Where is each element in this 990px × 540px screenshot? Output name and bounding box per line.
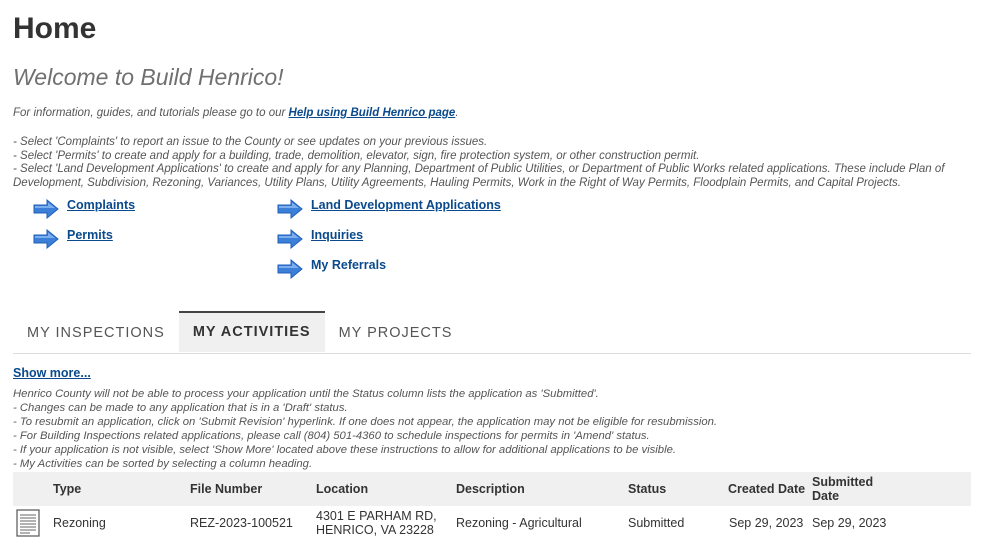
arrow-right-icon	[277, 229, 303, 249]
column-header-created-date[interactable]: Created Date	[728, 472, 805, 506]
cell-status: Submitted	[628, 516, 685, 530]
help-info-suffix: .	[455, 107, 459, 119]
welcome-heading: Welcome to Build Henrico!	[13, 64, 284, 90]
column-header-file-number[interactable]: File Number	[190, 472, 262, 506]
help-page-link[interactable]: Help using Build Henrico page	[289, 107, 456, 119]
help-info-prefix: For information, guides, and tutorials p…	[13, 107, 289, 119]
arrow-right-icon	[33, 199, 59, 219]
activities-note: Henrico County will not be able to proce…	[13, 388, 599, 400]
column-header-type[interactable]: Type	[53, 472, 81, 506]
land-development-link-label: Land Development Applications	[311, 198, 501, 212]
activities-note: - Changes can be made to any application…	[13, 402, 348, 414]
cell-location: 4301 E PARHAM RD, HENRICO, VA 23228	[316, 509, 437, 537]
permits-link-label: Permits	[67, 228, 113, 242]
my-referrals-link-label: My Referrals	[311, 258, 387, 272]
instruction-complaints: - Select 'Complaints' to report an issue…	[13, 136, 488, 148]
show-more-link[interactable]: Show more...	[13, 366, 91, 380]
instruction-land-development: - Select 'Land Development Applications'…	[13, 163, 945, 189]
column-header-description[interactable]: Description	[456, 472, 525, 506]
complaints-link[interactable]: Complaints	[33, 197, 135, 219]
land-development-link[interactable]: Land Development Applications	[277, 197, 501, 219]
cell-submitted-date: Sep 29, 2023	[812, 516, 887, 530]
tab-my-projects[interactable]: MY PROJECTS	[325, 312, 467, 352]
activities-notes: Henrico County will not be able to proce…	[13, 387, 973, 471]
inquiries-link[interactable]: Inquiries	[277, 227, 363, 249]
activities-note: - If your application is not visible, se…	[13, 444, 677, 456]
cell-type: Rezoning	[53, 516, 106, 530]
permits-link[interactable]: Permits	[33, 227, 113, 249]
activities-note: - My Activities can be sorted by selecti…	[13, 458, 313, 470]
my-referrals-link[interactable]: My Referrals	[277, 257, 386, 279]
inquiries-link-label: Inquiries	[311, 228, 364, 242]
column-header-location[interactable]: Location	[316, 472, 368, 506]
tab-my-activities[interactable]: MY ACTIVITIES	[178, 311, 325, 352]
complaints-link-label: Complaints	[67, 198, 136, 212]
activities-note: - To resubmit an application, click on '…	[13, 416, 718, 428]
home-instructions: - Select 'Complaints' to report an issue…	[13, 136, 973, 190]
page-title: Home	[13, 12, 97, 45]
table-row[interactable]: Rezoning REZ-2023-100521 4301 E PARHAM R…	[13, 506, 971, 540]
arrow-right-icon	[277, 259, 303, 279]
dashboard-tabs: MY INSPECTIONS MY ACTIVITIES MY PROJECTS	[13, 311, 971, 354]
table-header-row: Type File Number Location Description St…	[13, 472, 971, 506]
cell-description: Rezoning - Agricultural	[456, 516, 582, 530]
column-header-submitted-date[interactable]: Submitted Date	[812, 472, 882, 506]
activities-note: - For Building Inspections related appli…	[13, 430, 650, 442]
arrow-right-icon	[277, 199, 303, 219]
document-icon[interactable]	[16, 509, 40, 537]
cell-created-date: Sep 29, 2023	[729, 516, 804, 530]
instruction-permits: - Select 'Permits' to create and apply f…	[13, 149, 700, 162]
column-header-status[interactable]: Status	[628, 472, 666, 506]
help-info-line: For information, guides, and tutorials p…	[13, 107, 459, 119]
arrow-right-icon	[33, 229, 59, 249]
cell-file-number[interactable]: REZ-2023-100521	[190, 506, 293, 540]
tab-my-inspections[interactable]: MY INSPECTIONS	[13, 312, 179, 352]
activities-table: Type File Number Location Description St…	[13, 472, 971, 540]
